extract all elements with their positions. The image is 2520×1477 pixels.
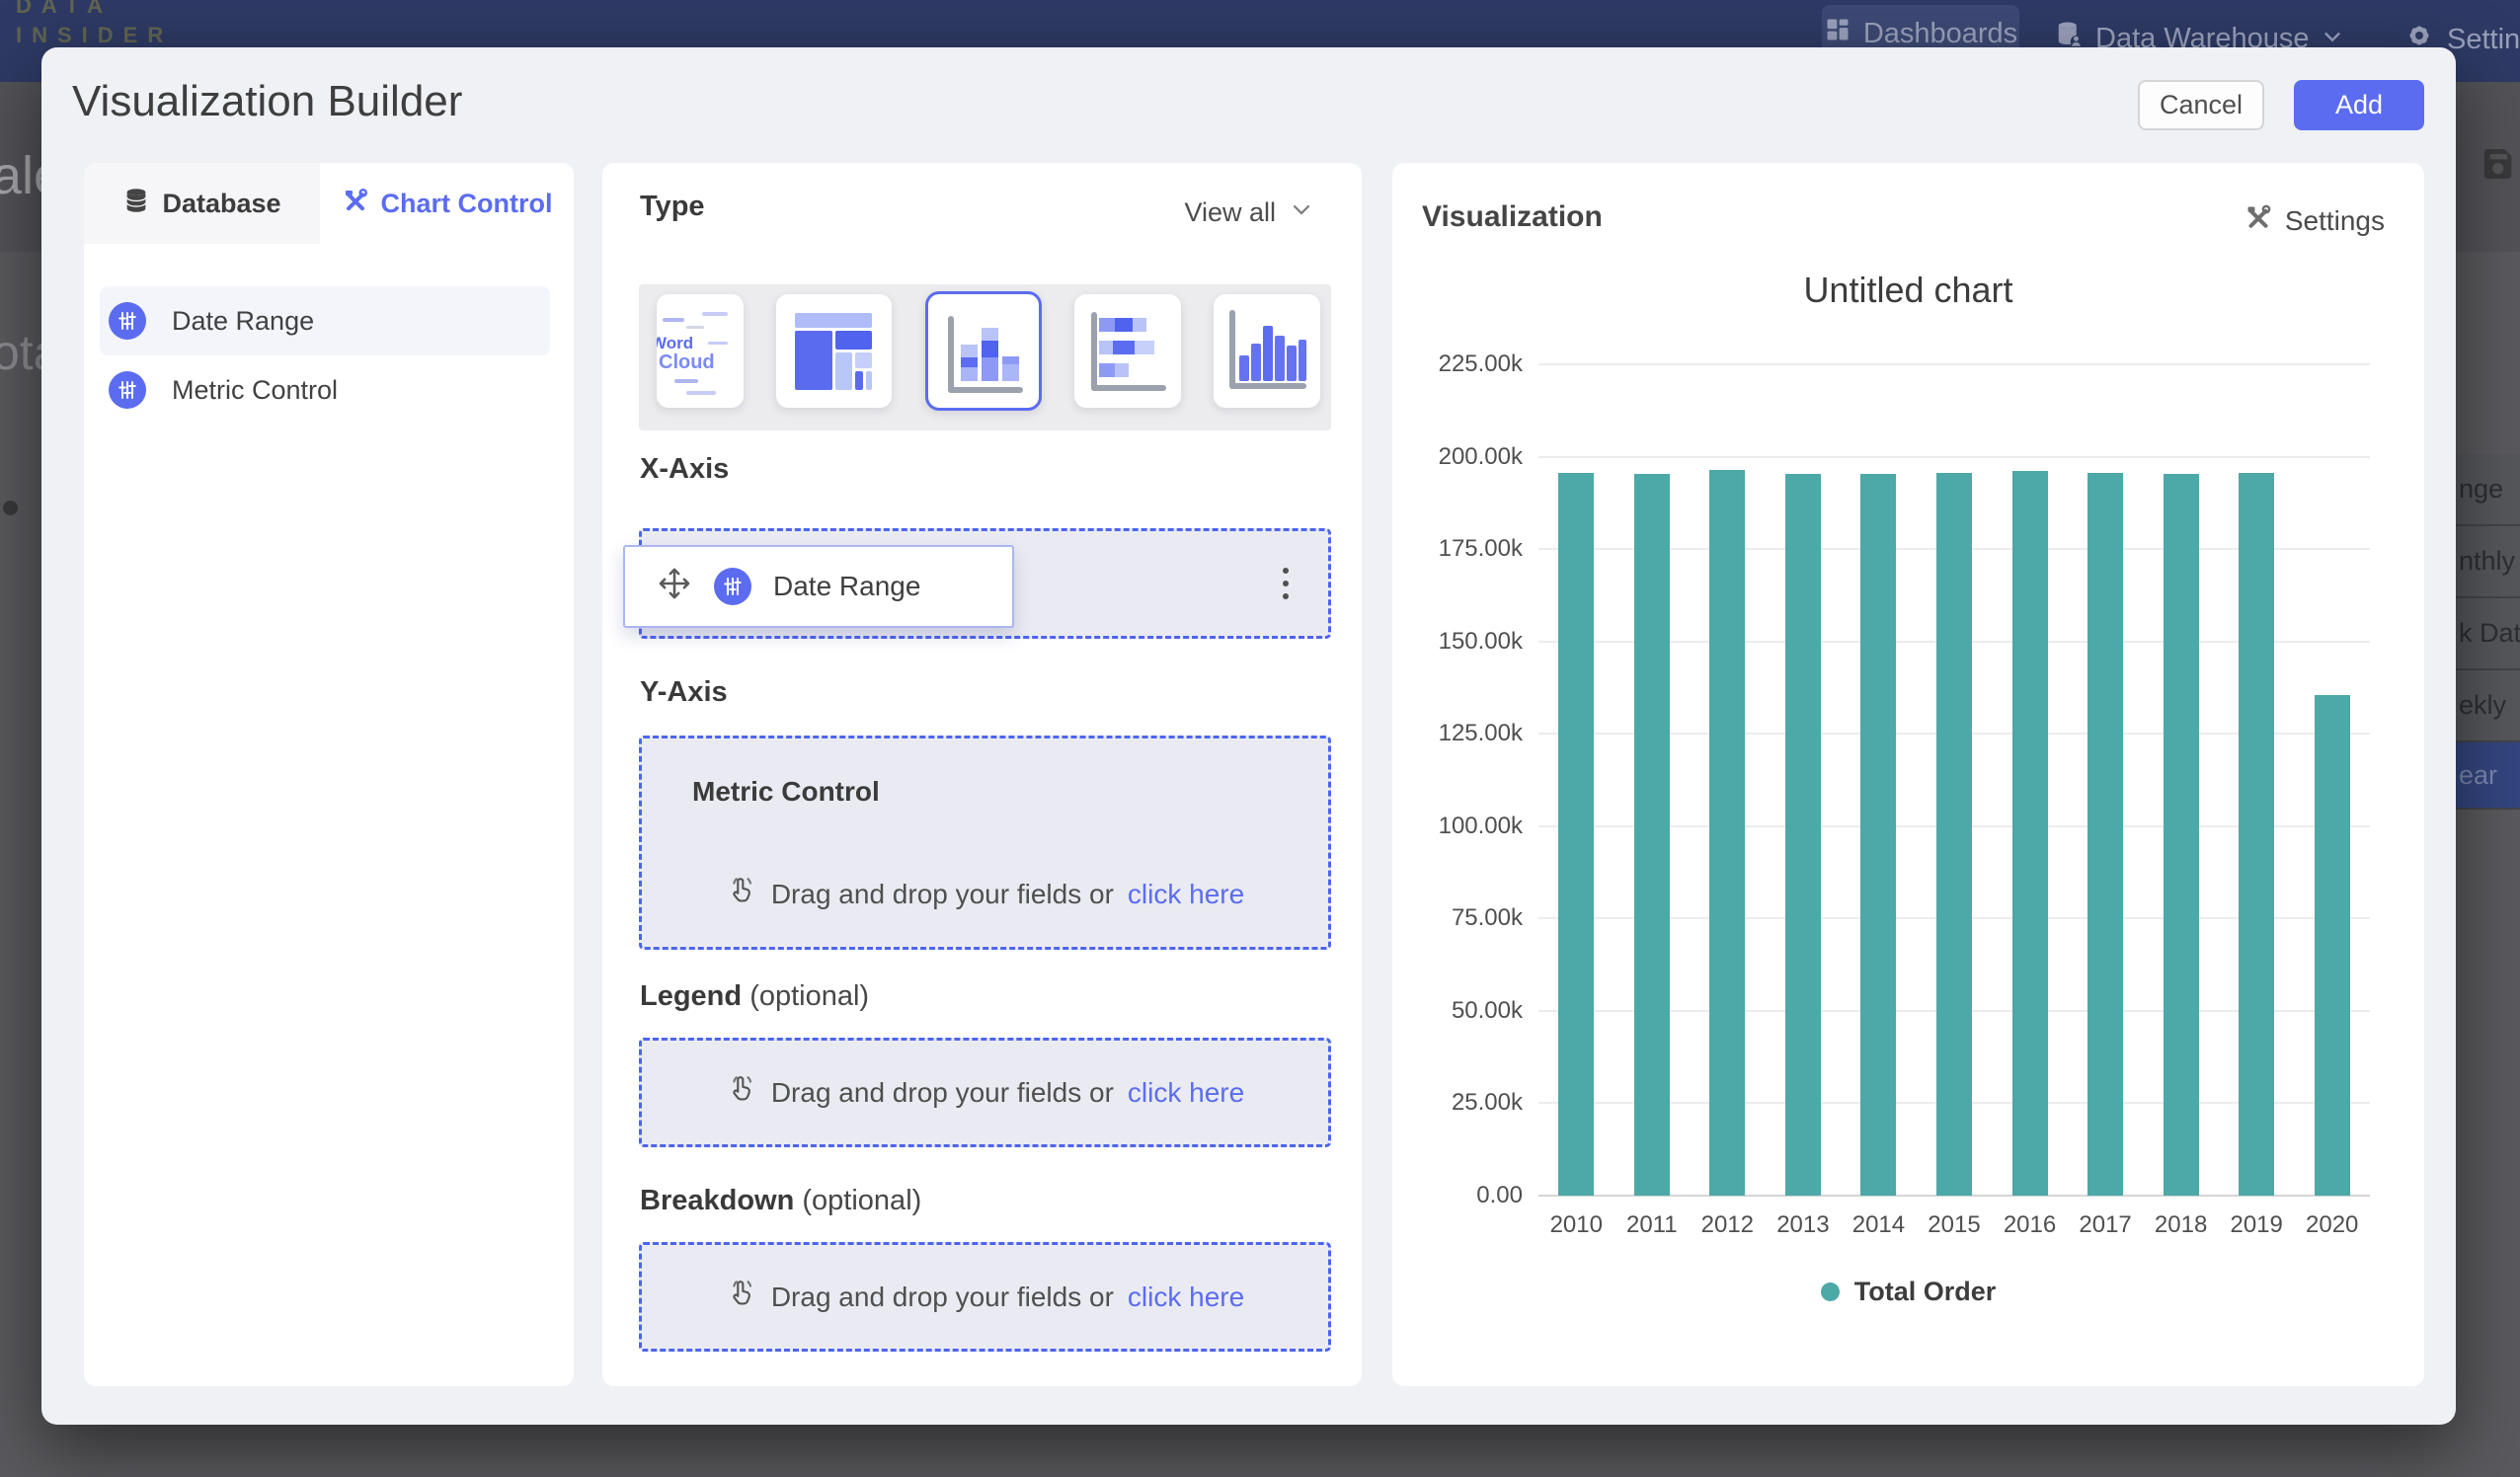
- builder-panel: Type View all Word Cloud: [602, 163, 1362, 1386]
- legend-series-label: Total Order: [1854, 1277, 1997, 1307]
- kebab-menu-icon[interactable]: [1266, 554, 1305, 613]
- hand-tap-icon: [726, 875, 757, 913]
- metric-control-placeholder: Metric Control: [692, 776, 880, 808]
- bar-chart-plot: 0.0025.00k50.00k75.00k100.00k125.00k150.…: [1538, 364, 2370, 1196]
- tab-database[interactable]: Database: [84, 163, 320, 244]
- control-sliders-icon: [714, 568, 751, 605]
- legend-marker: [1821, 1283, 1840, 1301]
- x-axis-tick: 2016: [1992, 1211, 2068, 1239]
- chart-type-strip: Word Cloud: [639, 284, 1331, 430]
- y-axis-tick: 225.00k: [1394, 350, 1523, 378]
- app-logo: DATA INSIDER: [16, 0, 173, 50]
- y-axis-tick: 75.00k: [1394, 904, 1523, 932]
- x-axis-tick: 2011: [1614, 1211, 1691, 1239]
- x-axis-tick: 2019: [2219, 1211, 2295, 1239]
- bar-2015: [1936, 473, 1972, 1196]
- chart-type-word-cloud[interactable]: Word Cloud: [657, 294, 744, 408]
- type-heading: Type: [640, 191, 705, 223]
- bar-2011: [1634, 474, 1670, 1196]
- background-menu-item: nthly: [2456, 526, 2520, 598]
- cancel-button[interactable]: Cancel: [2138, 80, 2264, 130]
- gridline: [1538, 456, 2370, 458]
- y-axis-tick: 150.00k: [1394, 628, 1523, 656]
- modal-title: Visualization Builder: [72, 77, 462, 126]
- x-axis-tick: 2018: [2143, 1211, 2219, 1239]
- x-axis-tick: 2017: [2068, 1211, 2144, 1239]
- y-axis-dropzone[interactable]: Metric Control Drag and drop your fields…: [639, 736, 1331, 950]
- y-axis-tick: 100.00k: [1394, 813, 1523, 840]
- background-menu-item: ear: [2456, 742, 2520, 810]
- bar-2018: [2164, 474, 2199, 1196]
- bar-2013: [1785, 474, 1821, 1196]
- bar-2014: [1860, 474, 1896, 1196]
- tools-icon: [342, 187, 369, 221]
- breakdown-dropzone[interactable]: Drag and drop your fields or click here: [639, 1242, 1331, 1352]
- field-item-date-range[interactable]: Date Range: [100, 286, 550, 355]
- bar-2020: [2315, 695, 2350, 1196]
- chart-title: Untitled chart: [1392, 270, 2424, 311]
- field-item-metric-control[interactable]: Metric Control: [100, 355, 550, 425]
- click-here-link[interactable]: click here: [1128, 1282, 1244, 1313]
- chart-type-column-chart[interactable]: [925, 291, 1042, 411]
- visualization-heading: Visualization: [1422, 200, 1603, 234]
- bar-2010: [1558, 473, 1594, 1196]
- legend-dropzone[interactable]: Drag and drop your fields or click here: [639, 1038, 1331, 1147]
- chart-type-stacked-bar[interactable]: [1074, 294, 1181, 408]
- breakdown-heading: Breakdown (optional): [640, 1185, 921, 1217]
- chart-type-treemap[interactable]: [776, 294, 892, 408]
- database-icon: [122, 187, 150, 221]
- bar-2017: [2087, 473, 2123, 1196]
- dashboards-icon: [1824, 16, 1851, 51]
- background-dropdown-menu: ngenthlyk Dateeklyear: [2456, 454, 2520, 810]
- y-axis-tick: 200.00k: [1394, 443, 1523, 471]
- control-sliders-icon: [109, 302, 146, 340]
- tools-icon: [2244, 202, 2273, 239]
- gridline: [1538, 363, 2370, 365]
- settings-button[interactable]: Settings: [2244, 202, 2385, 239]
- visualization-panel: Visualization Settings Untitled chart 0.…: [1392, 163, 2424, 1386]
- add-button[interactable]: Add: [2294, 80, 2424, 130]
- chevron-down-icon: [1290, 197, 1313, 228]
- visualization-builder-modal: Visualization Builder Cancel Add Databas…: [41, 47, 2456, 1425]
- x-axis-tick: 2014: [1841, 1211, 1917, 1239]
- y-axis-tick: 25.00k: [1394, 1089, 1523, 1117]
- control-sliders-icon: [109, 371, 146, 409]
- background-bullet-dot: [3, 501, 18, 515]
- fields-panel: Database Chart Control Date Range Metric…: [84, 163, 574, 1386]
- x-axis-tick: 2020: [2294, 1211, 2370, 1239]
- x-axis-tick: 2010: [1538, 1211, 1614, 1239]
- y-axis-tick: 125.00k: [1394, 720, 1523, 747]
- click-here-link[interactable]: click here: [1128, 879, 1244, 910]
- legend-heading: Legend (optional): [640, 980, 869, 1013]
- click-here-link[interactable]: click here: [1128, 1077, 1244, 1109]
- x-axis-tick: 2013: [1766, 1211, 1842, 1239]
- chart-legend: Total Order: [1392, 1277, 2424, 1307]
- date-range-chip[interactable]: Date Range: [623, 545, 1014, 628]
- view-all-dropdown[interactable]: View all: [1184, 197, 1313, 228]
- y-axis-tick: 0.00: [1394, 1182, 1523, 1209]
- bar-2012: [1709, 470, 1745, 1196]
- hand-tap-icon: [726, 1073, 757, 1112]
- x-axis-heading: X-Axis: [640, 453, 729, 486]
- chart-type-histogram[interactable]: [1214, 294, 1320, 408]
- tab-chart-control[interactable]: Chart Control: [320, 163, 574, 244]
- hand-tap-icon: [726, 1278, 757, 1316]
- bar-2019: [2239, 473, 2274, 1196]
- bar-2016: [2012, 471, 2048, 1196]
- background-menu-item: nge: [2456, 454, 2520, 526]
- save-icon: [2479, 144, 2518, 189]
- background-menu-item: ekly: [2456, 670, 2520, 742]
- y-axis-tick: 50.00k: [1394, 997, 1523, 1025]
- background-menu-item: k Date: [2456, 598, 2520, 670]
- x-axis-tick: 2015: [1917, 1211, 1993, 1239]
- x-axis-tick: 2012: [1690, 1211, 1766, 1239]
- y-axis-tick: 175.00k: [1394, 535, 1523, 563]
- move-icon: [657, 566, 692, 608]
- y-axis-heading: Y-Axis: [640, 676, 728, 709]
